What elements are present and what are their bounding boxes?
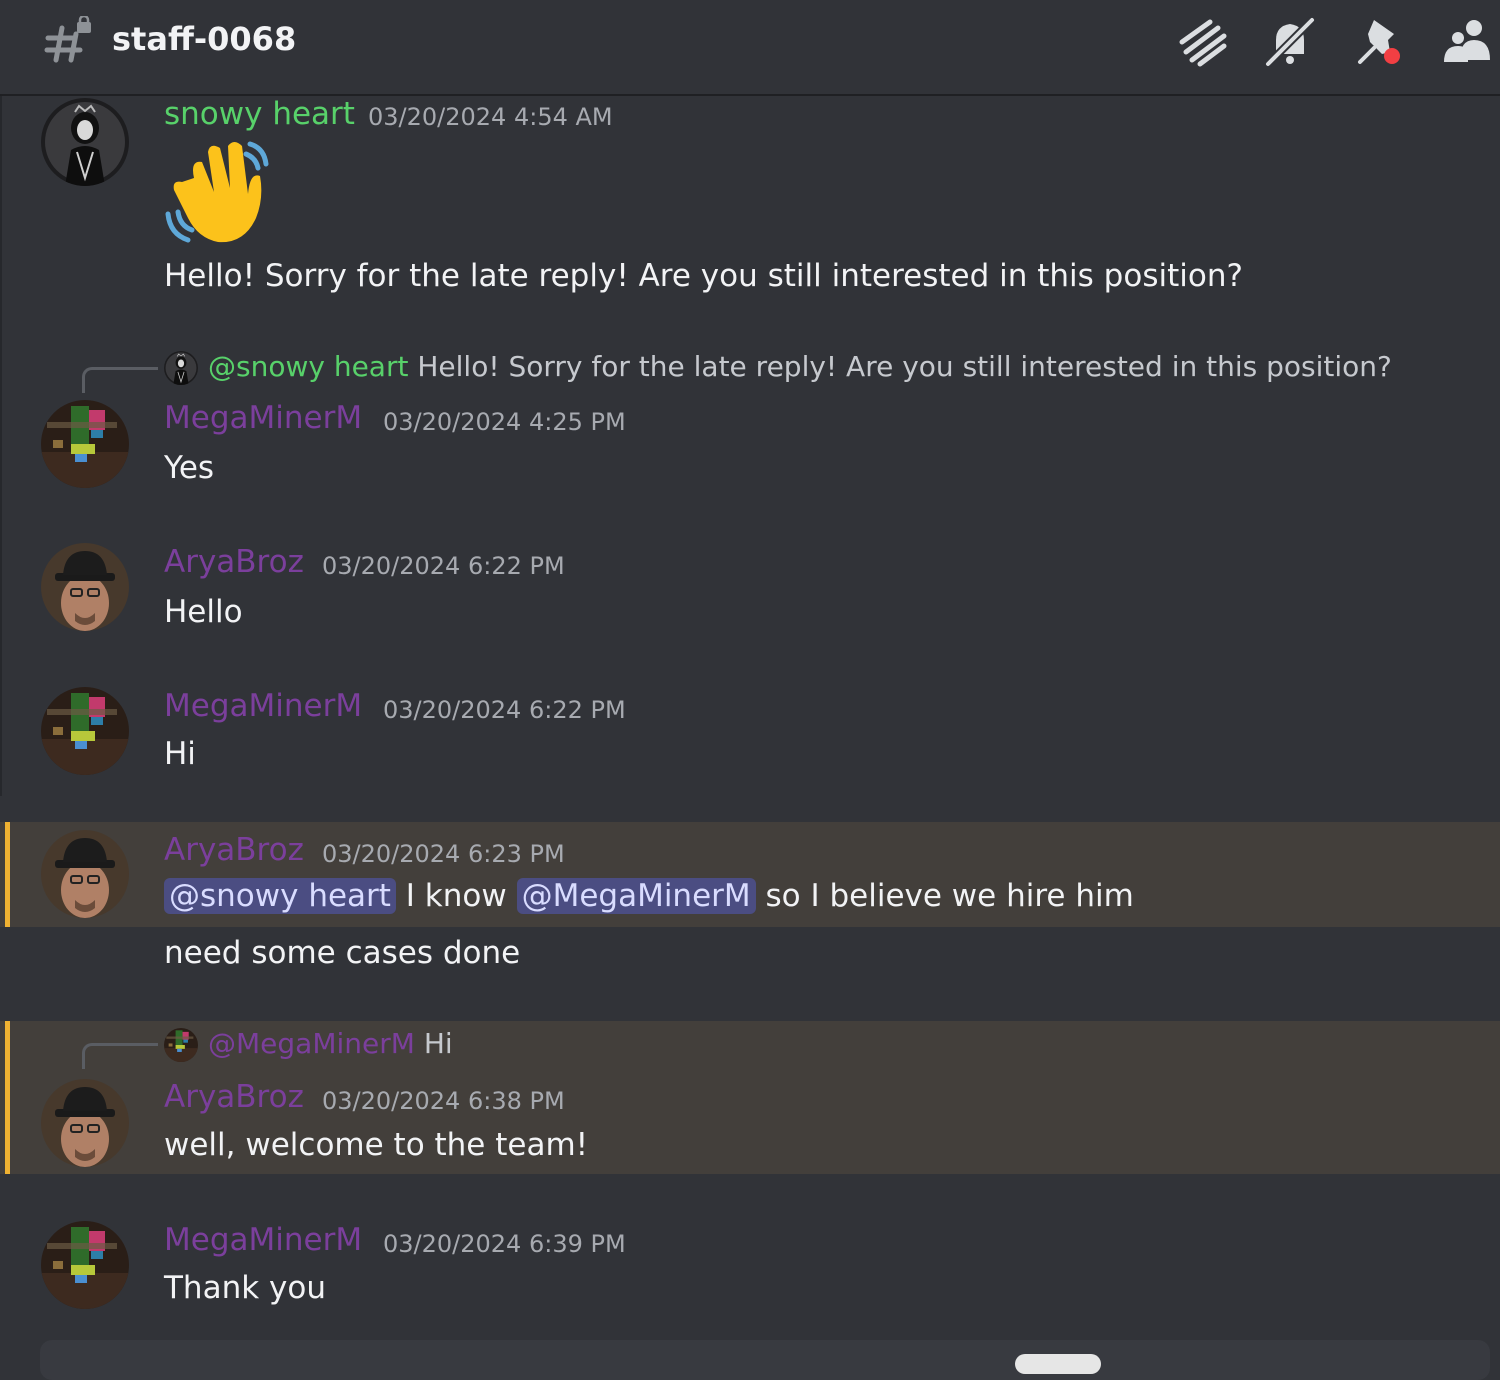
timestamp: 03/20/2024 6:22 PM: [383, 696, 626, 724]
timestamp: 03/20/2024 6:38 PM: [322, 1087, 565, 1115]
timestamp: 03/20/2024 4:54 AM: [368, 103, 613, 131]
member-list-icon[interactable]: [1440, 14, 1496, 70]
timestamp: 03/20/2024 6:39 PM: [383, 1230, 626, 1258]
reply-mention[interactable]: @MegaMinerM: [208, 1027, 415, 1060]
reply-snippet: Hi: [423, 1027, 453, 1060]
username[interactable]: MegaMinerM: [164, 400, 362, 436]
avatar[interactable]: [41, 1079, 129, 1167]
username[interactable]: AryaBroz: [164, 832, 304, 868]
message-composer[interactable]: [40, 1340, 1490, 1380]
waving-hand-emoji-icon: [165, 141, 269, 243]
message-text: @snowy heart I know @MegaMinerM so I bel…: [164, 878, 1134, 914]
message-text: Yes: [164, 450, 215, 486]
pinned-messages-icon[interactable]: [1352, 14, 1408, 70]
channel-header: staff-0068: [0, 0, 1500, 96]
message-text: Hi: [164, 736, 196, 772]
message-text: Hello! Sorry for the late reply! Are you…: [164, 258, 1243, 294]
message-mentioned[interactable]: AryaBroz 03/20/2024 6:23 PM @snowy heart…: [0, 822, 1500, 927]
message-mentioned[interactable]: @MegaMinerM Hi AryaBroz 03/20/2024 6:38 …: [0, 1021, 1500, 1174]
reply-snippet: Hello! Sorry for the late reply! Are you…: [417, 350, 1392, 383]
user-mention[interactable]: @MegaMinerM: [516, 878, 756, 914]
reply-connector: [82, 367, 158, 393]
timestamp: 03/20/2024 4:25 PM: [383, 408, 626, 436]
username[interactable]: snowy heart: [164, 96, 355, 132]
reply-preview[interactable]: @snowy heart Hello! Sorry for the late r…: [208, 350, 1392, 383]
message-text: well, welcome to the team!: [164, 1127, 589, 1163]
message-text: Hello: [164, 594, 243, 630]
message-text: Thank you: [164, 1270, 326, 1306]
username[interactable]: AryaBroz: [164, 544, 304, 580]
avatar[interactable]: [41, 400, 129, 488]
channel-name: staff-0068: [112, 20, 297, 58]
timestamp: 03/20/2024 6:23 PM: [322, 840, 565, 868]
avatar[interactable]: [41, 98, 129, 186]
reply-mention[interactable]: @snowy heart: [208, 350, 408, 383]
text-fragment: so I believe we hire him: [765, 878, 1134, 914]
message-text: need some cases done: [164, 935, 521, 971]
reply-avatar[interactable]: [164, 351, 198, 385]
avatar[interactable]: [41, 543, 129, 631]
private-channel-hash-icon: [44, 16, 91, 63]
threads-icon[interactable]: [1174, 14, 1230, 70]
message[interactable]: AryaBroz 03/20/2024 6:22 PM Hello: [0, 540, 1500, 650]
reply-avatar[interactable]: [164, 1028, 198, 1062]
username[interactable]: AryaBroz: [164, 1079, 304, 1115]
username[interactable]: MegaMinerM: [164, 688, 362, 724]
reply-connector: [82, 1043, 158, 1069]
timestamp: 03/20/2024 6:22 PM: [322, 552, 565, 580]
reply-preview[interactable]: @MegaMinerM Hi: [208, 1027, 453, 1060]
message[interactable]: MegaMinerM 03/20/2024 6:22 PM Hi: [0, 684, 1500, 794]
text-fragment: I know: [405, 878, 507, 914]
user-mention[interactable]: @snowy heart: [164, 878, 396, 914]
avatar[interactable]: [41, 687, 129, 775]
avatar[interactable]: [41, 830, 129, 918]
message[interactable]: @snowy heart Hello! Sorry for the late r…: [0, 340, 1500, 500]
avatar[interactable]: [41, 1221, 129, 1309]
message[interactable]: snowy heart 03/20/2024 4:54 AM Hello! So…: [0, 96, 1500, 316]
username[interactable]: MegaMinerM: [164, 1222, 362, 1258]
composer-button[interactable]: [1015, 1354, 1101, 1374]
message-continuation[interactable]: need some cases done: [0, 927, 1500, 1007]
message[interactable]: MegaMinerM 03/20/2024 6:39 PM Thank you: [0, 1218, 1500, 1328]
notification-muted-icon[interactable]: [1262, 14, 1318, 70]
